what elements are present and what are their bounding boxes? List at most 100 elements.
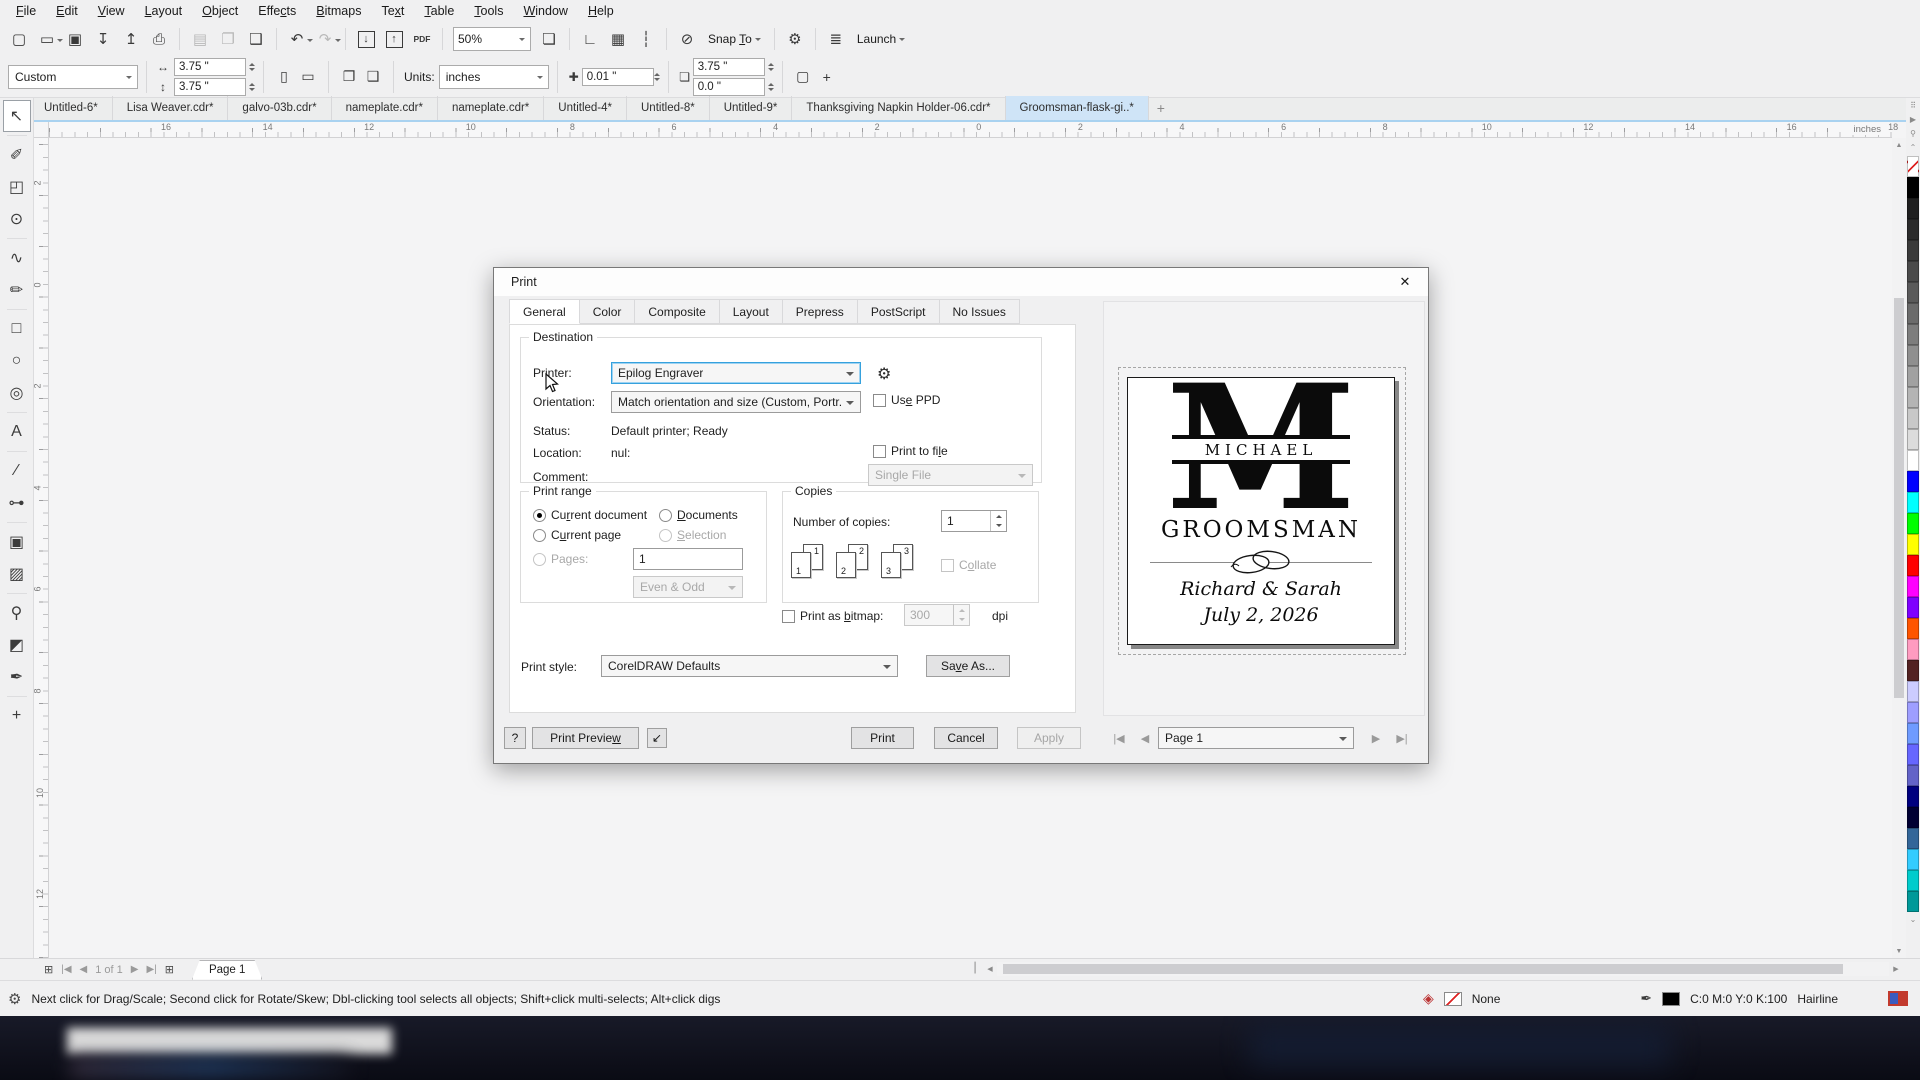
units-combo[interactable]: inches	[438, 64, 549, 89]
close-icon[interactable]: ✕	[1392, 271, 1418, 293]
crop-tool[interactable]: ◰	[0, 171, 34, 203]
open-icon[interactable]: ▭	[34, 26, 63, 52]
launch-icon[interactable]: ≣	[823, 26, 849, 52]
text-tool[interactable]: A	[0, 416, 34, 448]
scroll-up-icon[interactable]: ▲	[1892, 138, 1906, 152]
document-tab-untitled-8[interactable]: Untitled-8*	[627, 96, 710, 120]
pdf-icon[interactable]: PDF	[409, 26, 435, 52]
documents-row[interactable]: Documents	[659, 508, 738, 522]
color-swatch-3a3a3a[interactable]	[1907, 240, 1919, 261]
artistic-media-tool[interactable]: ✏	[0, 274, 34, 306]
color-swatch-9e9eff[interactable]	[1907, 702, 1919, 723]
color-swatch-c8c8c8[interactable]	[1907, 408, 1919, 429]
tab-prepress[interactable]: Prepress	[782, 299, 858, 324]
orientation-combo[interactable]: Match orientation and size (Custom, Port…	[611, 391, 861, 413]
menu-item-bitmaps[interactable]: Bitmaps	[306, 0, 371, 22]
vscroll-thumb[interactable]	[1894, 298, 1904, 698]
color-swatch-1f1f1f[interactable]	[1907, 198, 1919, 219]
status-gear-icon[interactable]: ⚙	[8, 990, 21, 1008]
color-swatch-b4b4b4[interactable]	[1907, 387, 1919, 408]
color-swatch-000000[interactable]	[1907, 177, 1919, 198]
menu-item-table[interactable]: Table	[414, 0, 464, 22]
use-ppd-row[interactable]: Use PPD	[873, 393, 940, 407]
export-icon[interactable]: ↑	[381, 26, 407, 52]
connector-tool[interactable]: ⊶	[0, 487, 34, 519]
duplicate-x-stepper[interactable]	[767, 60, 774, 74]
document-tab-nameplate-cdr[interactable]: nameplate.cdr*	[332, 96, 438, 120]
menu-item-edit[interactable]: Edit	[46, 0, 88, 22]
color-swatch-000033[interactable]	[1907, 807, 1919, 828]
zoom-tool[interactable]: ⊙	[0, 203, 34, 235]
tab-no-issues[interactable]: No Issues	[939, 299, 1020, 324]
color-swatch-dcdcdc[interactable]	[1907, 429, 1919, 450]
menu-item-layout[interactable]: Layout	[135, 0, 193, 22]
hscroll-thumb[interactable]	[1003, 964, 1843, 974]
scroll-right-icon[interactable]: ▶	[1889, 962, 1903, 976]
scroll-left-icon[interactable]: ◀	[983, 962, 997, 976]
first-page-icon[interactable]: |◀	[57, 964, 75, 975]
dimension-tool[interactable]: ∕	[0, 455, 34, 487]
polygon-tool[interactable]: ◎	[0, 377, 34, 409]
help-button[interactable]: ?	[504, 727, 526, 749]
current-document-radio[interactable]	[533, 508, 546, 522]
current-page-radio[interactable]	[533, 528, 546, 542]
duplicate-y-stepper[interactable]	[767, 80, 774, 94]
page-tab[interactable]: Page 1	[192, 960, 262, 980]
pick-tool[interactable]: ↖	[2, 100, 31, 132]
snap-to-dropdown[interactable]: Snap To	[702, 27, 767, 51]
import-cloud-icon[interactable]: ↧	[90, 26, 116, 52]
print-as-bitmap-row[interactable]: Print as bitmap:	[782, 609, 883, 623]
document-tab-untitled-6[interactable]: Untitled-6*	[30, 96, 113, 120]
more-tools[interactable]: +	[0, 700, 34, 732]
palette-scroll-up-icon[interactable]: ⌃	[1910, 140, 1917, 154]
nudge-field[interactable]: 0.01 "	[581, 67, 654, 86]
menu-item-object[interactable]: Object	[192, 0, 248, 22]
document-tab-untitled-4[interactable]: Untitled-4*	[544, 96, 627, 120]
add-propbar-item-button[interactable]: +	[815, 65, 839, 89]
menu-item-file[interactable]: File	[6, 0, 46, 22]
landscape-button[interactable]: ▭	[296, 65, 320, 89]
menu-item-help[interactable]: Help	[578, 0, 624, 22]
color-swatch-336699[interactable]	[1907, 828, 1919, 849]
pages-input[interactable]: 1	[633, 548, 743, 570]
color-swatch-4a4a4a[interactable]	[1907, 261, 1919, 282]
color-swatch-ffff00[interactable]	[1907, 534, 1919, 555]
scrollbar-splitter[interactable]: ┃	[972, 963, 978, 974]
color-swatch-33ccff[interactable]	[1907, 849, 1919, 870]
tab-color[interactable]: Color	[579, 299, 636, 324]
color-swatch-00ffff[interactable]	[1907, 492, 1919, 513]
palette-expand-icon[interactable]: ▶	[1910, 112, 1916, 126]
page-height-field[interactable]: 3.75 "	[174, 77, 246, 96]
print-style-combo[interactable]: CorelDRAW Defaults	[601, 655, 898, 677]
portrait-button[interactable]: ▯	[272, 65, 296, 89]
color-swatch-ff5500[interactable]	[1907, 618, 1919, 639]
vertical-scrollbar[interactable]: ▲ ▼	[1892, 138, 1906, 958]
color-swatch-7f00ff[interactable]	[1907, 597, 1919, 618]
print-preview-button[interactable]: Print Preview	[532, 727, 639, 749]
fullscreen-icon[interactable]: ❏	[536, 26, 562, 52]
color-swatch-2b2b2b[interactable]	[1907, 219, 1919, 240]
eyedropper-tool[interactable]: ⚲	[0, 597, 34, 629]
color-swatch-6b6b6b[interactable]	[1907, 303, 1919, 324]
color-swatch-532222[interactable]	[1907, 660, 1919, 681]
use-ppd-checkbox[interactable]	[873, 393, 886, 407]
dialog-titlebar[interactable]: Print ✕	[494, 268, 1428, 296]
shape-tool[interactable]: ✐	[0, 139, 34, 171]
mini-preview-toggle-button[interactable]: ↙	[647, 728, 667, 748]
printer-combo[interactable]: Epilog Engraver	[611, 362, 861, 384]
document-tab-lisa-weaver-cdr[interactable]: Lisa Weaver.cdr*	[113, 96, 229, 120]
palette-eyedropper-icon[interactable]: ⚲	[1910, 126, 1916, 140]
print-to-file-checkbox[interactable]	[873, 444, 886, 458]
current-document-row[interactable]: Current document	[533, 508, 647, 522]
color-swatch-ff00ff[interactable]	[1907, 576, 1919, 597]
palette-drag-handle[interactable]: ⠿	[1910, 98, 1916, 112]
freehand-tool[interactable]: ∿	[0, 242, 34, 274]
document-tab-galvo-03b-cdr[interactable]: galvo-03b.cdr*	[228, 96, 332, 120]
color-swatch-ff9bc0[interactable]	[1907, 639, 1919, 660]
guidelines-icon[interactable]: ┆	[633, 26, 659, 52]
horizontal-ruler[interactable]: 16 14 12 10 8 6 4 2 0 2 4 6 8 10 12 14 16 18 inches	[49, 122, 1898, 138]
color-swatch-6363c8[interactable]	[1907, 765, 1919, 786]
add-page-after-icon[interactable]: ⊞	[161, 963, 178, 976]
color-swatch-00ff00[interactable]	[1907, 513, 1919, 534]
outline-pen-tool[interactable]: ✒	[0, 661, 34, 693]
